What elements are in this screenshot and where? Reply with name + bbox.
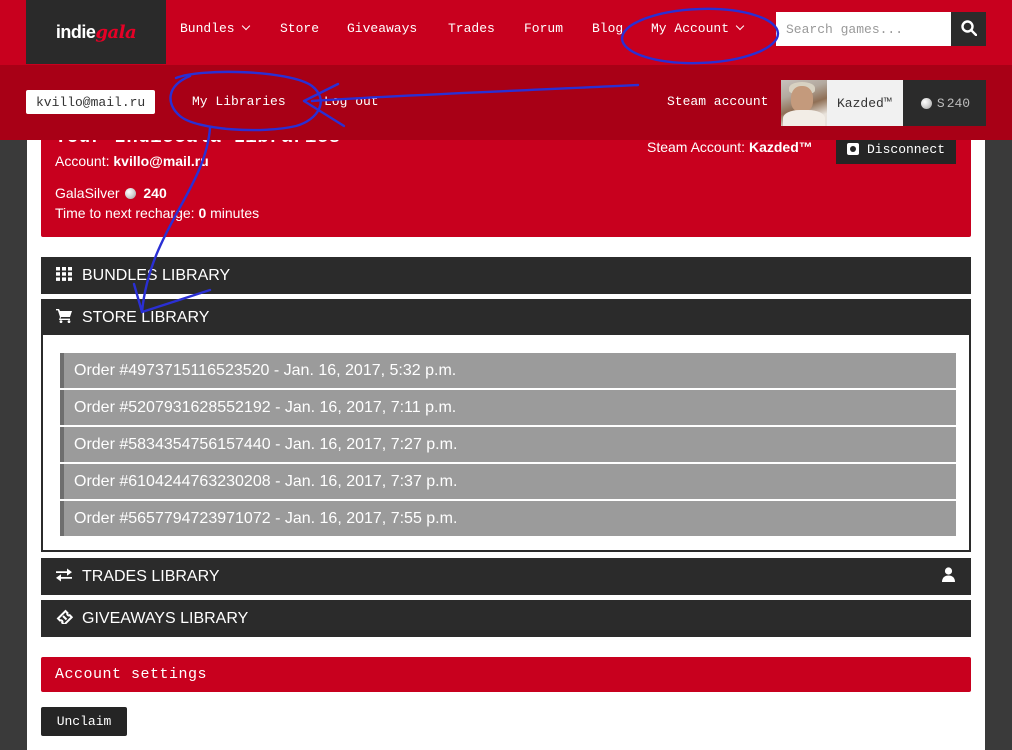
steam-account-label: Steam Account:: [647, 139, 749, 155]
order-row[interactable]: Order #5834354756157440 - Jan. 16, 2017,…: [60, 427, 956, 462]
unclaim-button[interactable]: Unclaim: [41, 707, 127, 736]
section-label: STORE LIBRARY: [82, 308, 210, 326]
account-dropdown-bar: kvillo@mail.ru My Libraries Log out Stea…: [0, 65, 1012, 140]
exchange-icon: [55, 568, 73, 586]
library-recharge: Time to next recharge: 0 minutes: [55, 205, 259, 221]
chevron-down-icon: [241, 21, 250, 31]
ticket-icon: [55, 609, 73, 628]
grid-icon: [55, 266, 73, 285]
account-email: kvillo@mail.ru: [113, 153, 209, 169]
recharge-label: Time to next recharge:: [55, 205, 199, 221]
account-label: Account:: [55, 153, 114, 169]
shopping-cart-icon: [55, 308, 73, 327]
nav-bundles[interactable]: Bundles: [180, 21, 250, 36]
silver-amount: 240: [946, 95, 971, 111]
log-out-link[interactable]: Log out: [324, 94, 379, 109]
steam-username[interactable]: Kazded™: [827, 80, 903, 126]
user-email-badge: kvillo@mail.ru: [26, 90, 156, 114]
galasilver-amount: 240: [143, 185, 167, 201]
library-steam-account: Steam Account: Kazded™: [647, 139, 813, 155]
silver-prefix: S: [936, 95, 945, 111]
recharge-unit: minutes: [206, 205, 260, 221]
nav-giveaways[interactable]: Giveaways: [347, 21, 417, 36]
order-row[interactable]: Order #4973715116523520 - Jan. 16, 2017,…: [60, 353, 956, 388]
section-trades-library[interactable]: TRADES LIBRARY: [41, 558, 971, 595]
galasilver-label: GalaSilver: [55, 185, 120, 201]
chevron-down-icon: [735, 21, 745, 31]
nav-my-account[interactable]: My Account: [651, 21, 745, 36]
silver-coin-icon: [920, 97, 932, 109]
section-label: BUNDLES LIBRARY: [82, 266, 231, 284]
nav-blog[interactable]: Blog: [592, 21, 623, 36]
top-navigation: indie gala Bundles Store Giveaways Trades…: [0, 0, 1012, 65]
library-galasilver: GalaSilver 240: [55, 185, 167, 201]
steam-icon: [846, 143, 859, 155]
order-row[interactable]: Order #5657794723971072 - Jan. 16, 2017,…: [60, 501, 956, 536]
avatar[interactable]: [781, 80, 827, 126]
my-libraries-link[interactable]: My Libraries: [192, 94, 286, 109]
section-bundles-library[interactable]: BUNDLES LIBRARY: [41, 257, 971, 294]
nav-store[interactable]: Store: [280, 21, 319, 36]
silver-coin-icon: [125, 188, 137, 199]
fine-print: [41, 744, 491, 750]
library-account: Account: kvillo@mail.ru: [55, 153, 209, 169]
search-button[interactable]: [951, 12, 986, 46]
steam-account-link[interactable]: Steam account: [667, 94, 768, 109]
silver-balance: S 240: [903, 80, 986, 126]
order-row[interactable]: Order #6104244763230208 - Jan. 16, 2017,…: [60, 464, 956, 499]
nav-forum[interactable]: Forum: [524, 21, 563, 36]
disconnect-label: Disconnect: [866, 141, 945, 157]
order-row[interactable]: Order #5207931628552192 - Jan. 16, 2017,…: [60, 390, 956, 425]
search-icon: [960, 19, 977, 39]
section-label: GIVEAWAYS LIBRARY: [82, 609, 249, 627]
indiegala-logo[interactable]: indie gala: [26, 0, 166, 64]
user-icon: [942, 567, 955, 587]
steam-account-name: Kazded™: [748, 139, 813, 155]
section-label: TRADES LIBRARY: [82, 567, 220, 585]
section-store-library[interactable]: STORE LIBRARY: [41, 299, 971, 336]
account-settings-header: Account settings: [41, 657, 971, 692]
section-giveaways-library[interactable]: GIVEAWAYS LIBRARY: [41, 600, 971, 637]
store-library-list: Order #4973715116523520 - Jan. 16, 2017,…: [41, 335, 971, 552]
nav-trades[interactable]: Trades: [448, 21, 495, 36]
search-input[interactable]: [776, 12, 951, 46]
library-header: Your IndieGala Libraries Account: kvillo…: [41, 126, 971, 237]
